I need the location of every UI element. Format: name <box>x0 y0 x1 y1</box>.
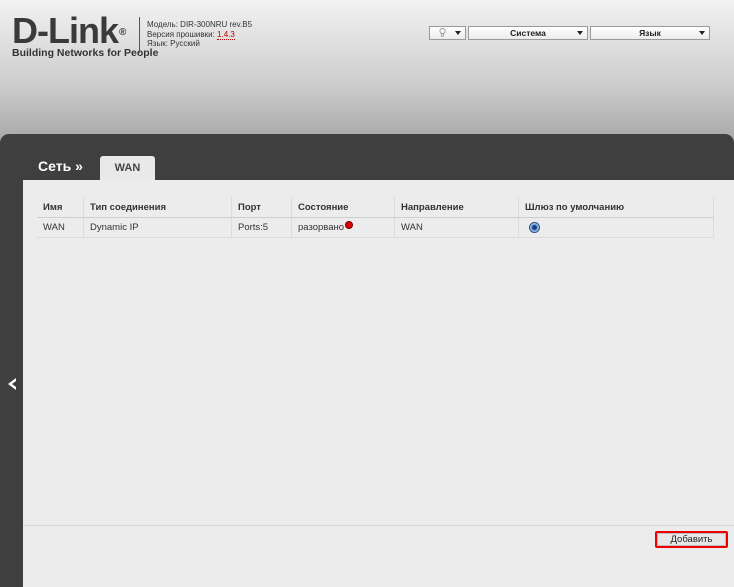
connections-table: Имя Тип соединения Порт Состояние Направ… <box>37 197 714 238</box>
col-default-gateway: Шлюз по умолчанию <box>518 197 714 218</box>
cell-state: разорвано <box>291 217 395 238</box>
breadcrumb-network[interactable]: Сеть » <box>38 158 83 174</box>
dlink-logo: D-Link® Building Networks for People <box>12 13 159 60</box>
hint-menu-button[interactable] <box>429 26 466 40</box>
back-arrow-icon[interactable] <box>5 376 19 397</box>
bulb-icon <box>439 27 446 39</box>
device-info: Модель: DIR-300NRU rev.B5 Версия прошивк… <box>147 20 252 49</box>
logo-text: D-Link <box>12 10 119 51</box>
language-menu-label: Язык <box>639 28 661 38</box>
col-name: Имя <box>37 197 84 218</box>
language-info: Язык: Русский <box>147 39 200 49</box>
tab-wan[interactable]: WAN <box>100 156 155 180</box>
chevron-down-icon <box>577 31 583 35</box>
chevron-down-icon <box>699 31 705 35</box>
model-info: Модель: DIR-300NRU rev.B5 <box>147 20 253 29</box>
firmware-label: Версия прошивки: <box>147 29 218 39</box>
language-menu-button[interactable]: Язык <box>590 26 710 40</box>
col-port: Порт <box>231 197 292 218</box>
add-button[interactable]: Добавить <box>655 531 728 548</box>
cell-default-gateway <box>518 217 714 238</box>
cell-connection-type: Dynamic IP <box>83 217 232 238</box>
firmware-version-link[interactable]: 1.4.3 <box>217 29 235 40</box>
state-text: разорвано <box>298 222 345 233</box>
content-area: Имя Тип соединения Порт Состояние Направ… <box>23 180 734 587</box>
col-connection-type: Тип соединения <box>83 197 232 218</box>
logo-tagline: Building Networks for People <box>12 47 159 59</box>
cell-name: WAN <box>37 217 84 238</box>
disconnected-status-icon <box>345 221 354 229</box>
table-header-row: Имя Тип соединения Порт Состояние Направ… <box>37 197 714 218</box>
col-direction: Направление <box>394 197 519 218</box>
registered-mark: ® <box>119 27 126 38</box>
system-menu-label: Система <box>510 28 546 38</box>
main-panel: Сеть » WAN Имя Тип соединения Порт Состо… <box>0 134 734 587</box>
table-row[interactable]: WAN Dynamic IP Ports:5 разорвано WAN <box>37 217 714 238</box>
col-state: Состояние <box>291 197 395 218</box>
top-controls: Система Язык <box>429 26 712 40</box>
footer-separator <box>23 525 734 526</box>
system-menu-button[interactable]: Система <box>468 26 588 40</box>
default-gateway-radio[interactable] <box>529 221 540 233</box>
firmware-info: Версия прошивки: 1.4.3 <box>147 29 252 40</box>
header-divider <box>139 17 140 53</box>
cell-direction: WAN <box>394 217 519 238</box>
chevron-down-icon <box>455 31 461 35</box>
cell-port: Ports:5 <box>231 217 292 238</box>
